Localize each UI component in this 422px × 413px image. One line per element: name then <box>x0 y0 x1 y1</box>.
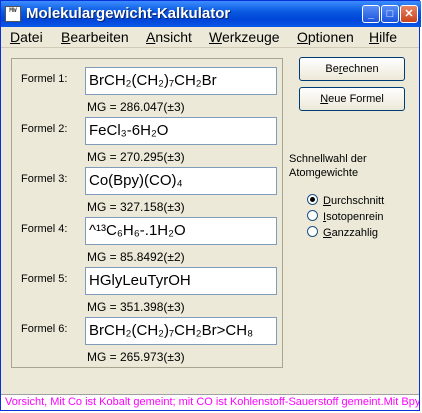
radio-unchecked-icon[interactable] <box>307 226 318 237</box>
menu-bearbeiten[interactable]: Bearbeiten <box>61 29 129 45</box>
formula-3-input[interactable]: Co(Bpy)(CO)₄ <box>85 167 277 195</box>
new-formula-button[interactable]: Neue Formel <box>299 87 405 111</box>
formula-1-label: Formel 1: <box>21 73 68 85</box>
formula-2-weight: MG = 270.295(±3) <box>87 150 185 164</box>
formula-4-weight: MG = 85.8492(±2) <box>87 250 185 264</box>
formula-3-weight: MG = 327.158(±3) <box>87 200 185 214</box>
menu-hilfe[interactable]: Hilfe <box>369 29 397 45</box>
formula-4-input[interactable]: ^¹³C₆H₆-.1H₂O <box>85 217 277 245</box>
formula-3-label: Formel 3: <box>21 173 68 185</box>
radio-checked-icon[interactable] <box>307 194 318 205</box>
radio-ganzzahlig[interactable]: Ganzzahlig <box>307 226 378 239</box>
menu-ansicht[interactable]: Ansicht <box>146 29 192 45</box>
formula-5-weight: MG = 351.398(±3) <box>87 300 185 314</box>
maximize-button[interactable]: □ <box>381 5 399 23</box>
radio-isotopenrein[interactable]: Isotopenrein <box>307 210 384 223</box>
formula-6-label: Formel 6: <box>21 323 68 335</box>
app-icon[interactable]: MW <box>5 6 21 22</box>
formula-2-label: Formel 2: <box>21 123 68 135</box>
radio-durchschnitt[interactable]: Durchschnitt <box>307 194 384 207</box>
formula-4-label: Formel 4: <box>21 223 68 235</box>
formula-6-weight: MG = 265.973(±3) <box>87 350 185 364</box>
formula-1-input[interactable]: BrCH₂(CH₂)₇CH₂Br <box>85 67 277 95</box>
quick-select-title: Schnellwahl der Atomgewichte <box>289 152 367 180</box>
menu-datei[interactable]: Datei <box>10 29 43 45</box>
quick-select-title-line1: Schnellwahl der <box>289 153 367 165</box>
minimize-button[interactable]: _ <box>362 5 380 23</box>
menu-optionen[interactable]: Optionen <box>297 29 354 45</box>
formula-5-label: Formel 5: <box>21 273 68 285</box>
close-button[interactable]: ✕ <box>400 5 418 23</box>
formula-5-input[interactable]: HGlyLeuTyrOH <box>85 267 277 295</box>
menu-bar: Datei Bearbeiten Ansicht Werkzeuge Optio… <box>1 27 419 48</box>
window-title: Molekulargewicht-Kalkulator <box>26 5 231 22</box>
status-bar: Vorsicht, Mit Co ist Kobalt gemeint; mit… <box>1 394 419 410</box>
app-window: MW Molekulargewicht-Kalkulator _ □ ✕ Dat… <box>0 0 421 411</box>
calculate-button[interactable]: Berechnen <box>299 57 405 81</box>
quick-select-title-line2: Atomgewichte <box>289 167 359 179</box>
formula-6-input[interactable]: BrCH₂(CH₂)₇CH₂Br>CH₈ <box>85 317 277 345</box>
formula-1-weight: MG = 286.047(±3) <box>87 100 185 114</box>
title-bar[interactable]: MW Molekulargewicht-Kalkulator _ □ ✕ <box>1 1 421 27</box>
radio-unchecked-icon[interactable] <box>307 210 318 221</box>
formula-2-input[interactable]: FeCl₃-6H₂O <box>85 117 277 145</box>
menu-werkzeuge[interactable]: Werkzeuge <box>209 29 280 45</box>
